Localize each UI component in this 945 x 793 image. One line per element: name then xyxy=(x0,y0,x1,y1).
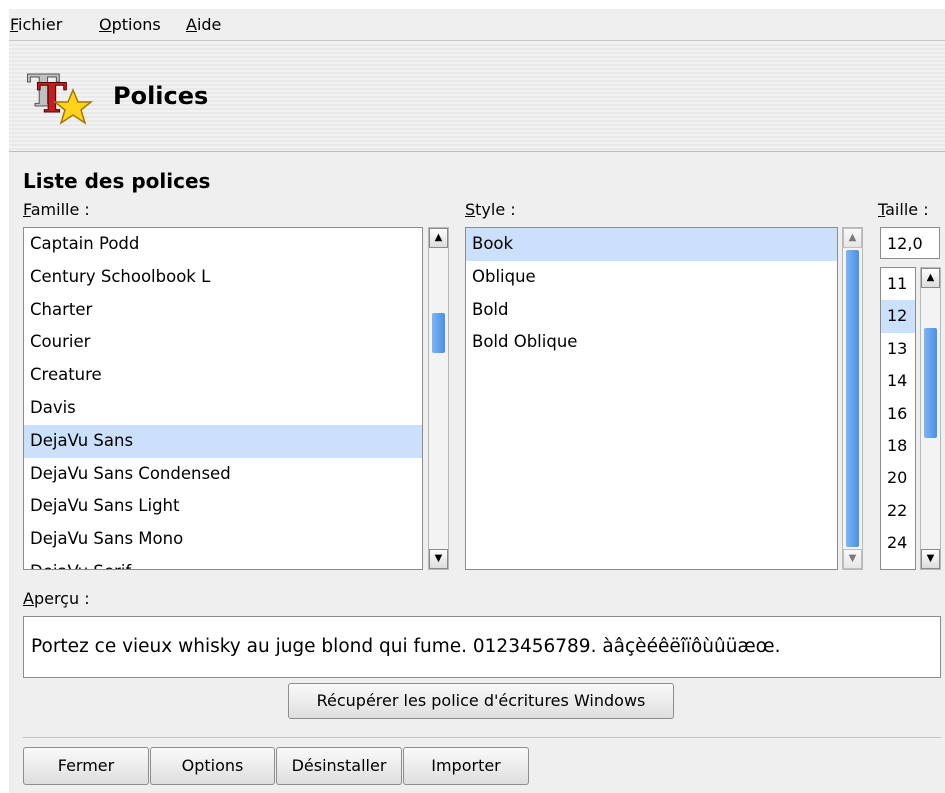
svg-text:T: T xyxy=(37,75,67,122)
family-list-item[interactable]: Captain Podd xyxy=(24,228,422,261)
family-list-item[interactable]: DejaVu Serif xyxy=(24,556,422,569)
page-title: Polices xyxy=(113,82,209,110)
close-button[interactable]: Fermer xyxy=(23,747,149,785)
style-list-item[interactable]: Bold xyxy=(466,294,837,327)
size-list[interactable]: 11 12 13 14 16 18 20 22 24 xyxy=(880,267,916,570)
family-list-item[interactable]: Creature xyxy=(24,359,422,392)
size-scroll-thumb[interactable] xyxy=(924,328,937,438)
style-list-item[interactable]: Oblique xyxy=(466,261,837,294)
size-input[interactable]: 12,0 xyxy=(880,227,940,259)
font-tt-star-icon: T T xyxy=(27,66,94,125)
style-scrollbar[interactable]: ▲ ▼ xyxy=(842,227,863,570)
size-list-item[interactable]: 18 xyxy=(881,430,915,462)
menu-options[interactable]: Options xyxy=(99,15,161,34)
page-header: T T Polices xyxy=(9,42,945,152)
family-scroll-thumb[interactable] xyxy=(432,313,445,353)
import-button[interactable]: Importer xyxy=(403,747,529,785)
size-list-item[interactable]: 16 xyxy=(881,398,915,430)
style-label: Style : xyxy=(465,200,516,219)
uninstall-button[interactable]: Désinstaller xyxy=(276,747,402,785)
scroll-up-icon[interactable]: ▲ xyxy=(429,228,448,248)
style-list-item[interactable]: Book xyxy=(466,228,837,261)
family-list-item[interactable]: DejaVu Sans Light xyxy=(24,490,422,523)
menu-bar: Fichier Options Aide xyxy=(9,9,945,41)
style-scroll-thumb[interactable] xyxy=(846,250,859,547)
family-list-item[interactable]: DejaVu Sans Condensed xyxy=(24,458,422,491)
style-list-item[interactable]: Bold Oblique xyxy=(466,326,837,359)
font-manager-window: Fichier Options Aide T T Polices Liste d… xyxy=(9,9,945,793)
family-list[interactable]: Captain Podd Century Schoolbook L Charter C… xyxy=(23,227,423,570)
size-list-item[interactable]: 22 xyxy=(881,495,915,527)
options-button[interactable]: Options xyxy=(150,747,275,785)
scroll-down-icon[interactable]: ▼ xyxy=(429,549,448,569)
family-list-item[interactable]: Century Schoolbook L xyxy=(24,261,422,294)
size-list-item[interactable]: 14 xyxy=(881,365,915,397)
family-scrollbar[interactable]: ▲ ▼ xyxy=(428,227,449,570)
menu-fichier[interactable]: Fichier xyxy=(10,15,62,34)
scroll-up-icon[interactable]: ▲ xyxy=(921,268,940,288)
scroll-down-icon[interactable]: ▼ xyxy=(921,549,940,569)
family-list-item[interactable]: Charter xyxy=(24,294,422,327)
style-list[interactable]: Book Oblique Bold Bold Oblique xyxy=(465,227,838,570)
family-label: Famille : xyxy=(23,200,90,219)
size-list-item[interactable]: 24 xyxy=(881,527,915,559)
size-scrollbar[interactable]: ▲ ▼ xyxy=(920,267,941,570)
family-list-item[interactable]: Courier xyxy=(24,326,422,359)
family-list-item[interactable]: Davis xyxy=(24,392,422,425)
scroll-down-icon[interactable]: ▼ xyxy=(843,549,862,569)
preview-box: Portez ce vieux whisky au juge blond qui… xyxy=(23,616,941,678)
separator xyxy=(23,737,941,738)
size-list-item[interactable]: 13 xyxy=(881,333,915,365)
get-windows-fonts-button[interactable]: Récupérer les police d'écritures Windows xyxy=(288,683,674,719)
size-list-item[interactable]: 20 xyxy=(881,462,915,494)
preview-label: Aperçu : xyxy=(23,589,90,608)
size-list-item[interactable]: 12 xyxy=(881,300,915,333)
family-list-item[interactable]: DejaVu Sans xyxy=(24,424,422,458)
size-list-item[interactable]: 11 xyxy=(881,268,915,300)
size-label: Taille : xyxy=(878,200,929,219)
section-title: Liste des polices xyxy=(23,169,211,193)
family-list-item[interactable]: DejaVu Sans Mono xyxy=(24,523,422,556)
menu-aide[interactable]: Aide xyxy=(186,15,221,34)
scroll-up-icon[interactable]: ▲ xyxy=(843,228,862,248)
